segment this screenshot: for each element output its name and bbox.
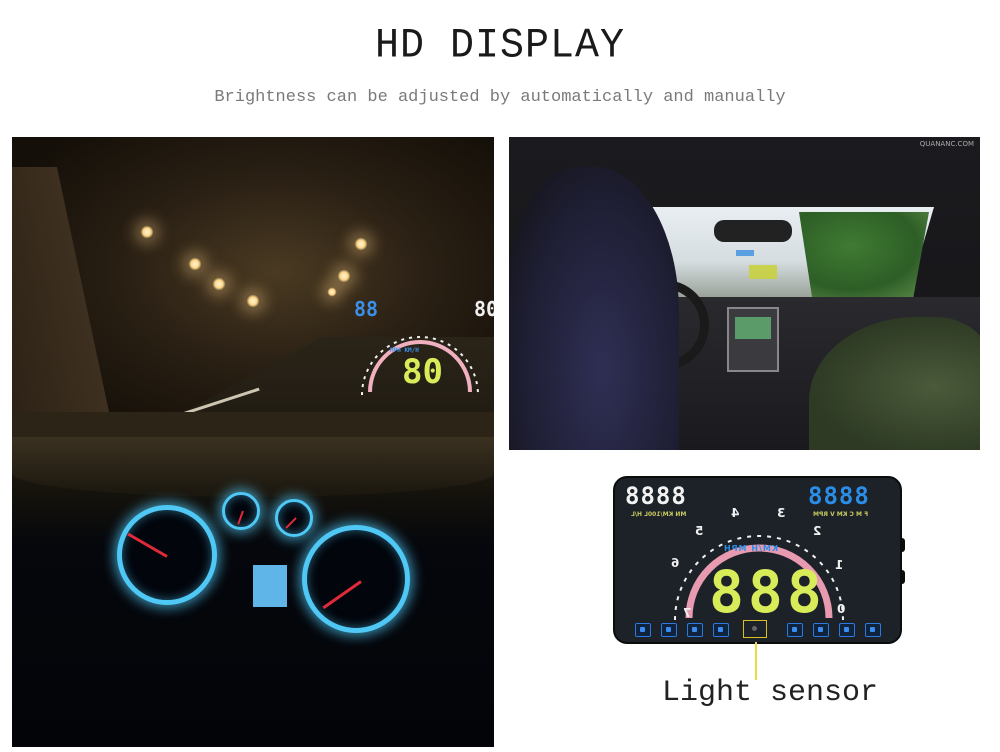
hud-device: 8888 MN KM/100L H/L 8888 F M C KM V RPM … xyxy=(613,476,905,644)
rpm-label: 2 xyxy=(813,524,822,538)
hud-reflection: 88 80 80 MPH KM/H xyxy=(342,297,494,407)
night-drive-photo: 88 80 80 MPH KM/H xyxy=(12,137,494,437)
street-lamp xyxy=(246,294,260,308)
tachometer-needle xyxy=(127,532,168,558)
rpm-label: 4 xyxy=(731,506,740,520)
gauge-icon xyxy=(839,623,855,637)
a-pillar xyxy=(12,167,128,437)
rpm-label: 7 xyxy=(683,606,692,620)
page-subtitle: Brightness can be adjusted by automatica… xyxy=(214,88,786,107)
day-drive-photo: QUANANC.COM xyxy=(509,137,980,450)
speedometer-gauge xyxy=(302,525,410,633)
street-lamp xyxy=(354,237,368,251)
street-lamp xyxy=(327,287,337,297)
water-temp-icon xyxy=(687,623,703,637)
fuel-needle xyxy=(237,510,244,525)
hud-reflection-speed xyxy=(749,265,777,279)
hud-speed-units: MPH KM/H xyxy=(390,347,419,354)
callout-line xyxy=(755,642,757,680)
rearview-mirror xyxy=(714,220,792,242)
street-lamp xyxy=(140,225,154,239)
battery-icon xyxy=(713,623,729,637)
oil-icon xyxy=(813,623,829,637)
light-sensor-label: Light sensor xyxy=(662,676,879,710)
tachometer-gauge xyxy=(117,505,217,605)
dashboard-cluster-photo xyxy=(12,437,494,747)
speedometer-needle xyxy=(322,580,362,610)
dashboard-hood xyxy=(12,437,494,497)
voltage-icon xyxy=(787,623,803,637)
rpm-label: 6 xyxy=(671,556,680,570)
driver xyxy=(509,167,679,450)
dashboard-edge xyxy=(12,412,494,437)
hud-speed: 80 xyxy=(402,352,443,392)
rpm-label: 0 xyxy=(837,602,846,616)
side-button[interactable] xyxy=(901,538,905,552)
speed-display: 888 xyxy=(709,558,826,626)
side-button[interactable] xyxy=(901,570,905,584)
temperature-needle xyxy=(285,517,297,529)
page-title: HD DISPLAY xyxy=(374,22,626,71)
rpm-label: 1 xyxy=(835,558,844,572)
speed-units: KM/H MPH xyxy=(723,544,779,553)
roadside-trees xyxy=(799,212,929,297)
settings-icon xyxy=(865,623,881,637)
hud-reflection-top xyxy=(736,250,754,256)
street-lamp xyxy=(337,269,351,283)
street-lamp xyxy=(212,277,226,291)
fuel-icon xyxy=(635,623,651,637)
temperature-gauge xyxy=(275,499,313,537)
light-sensor xyxy=(743,620,767,638)
info-lcd xyxy=(253,565,287,607)
watermark: QUANANC.COM xyxy=(919,140,974,148)
fuel-gauge xyxy=(222,492,260,530)
rpm-label: 3 xyxy=(777,506,786,520)
console-screen xyxy=(735,317,771,339)
center-console xyxy=(727,307,779,372)
rpm-label: 5 xyxy=(695,524,704,538)
engine-icon xyxy=(661,623,677,637)
street-lamp xyxy=(188,257,202,271)
